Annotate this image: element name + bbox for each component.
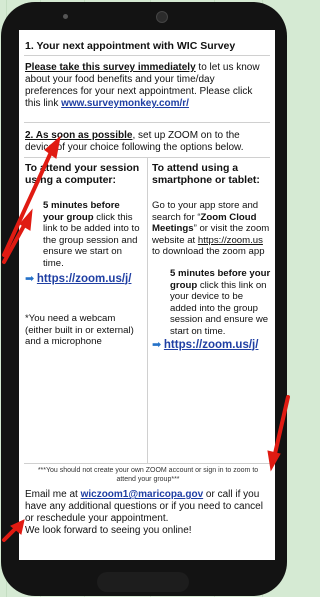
red-pointer-arrow-icon	[2, 135, 290, 542]
